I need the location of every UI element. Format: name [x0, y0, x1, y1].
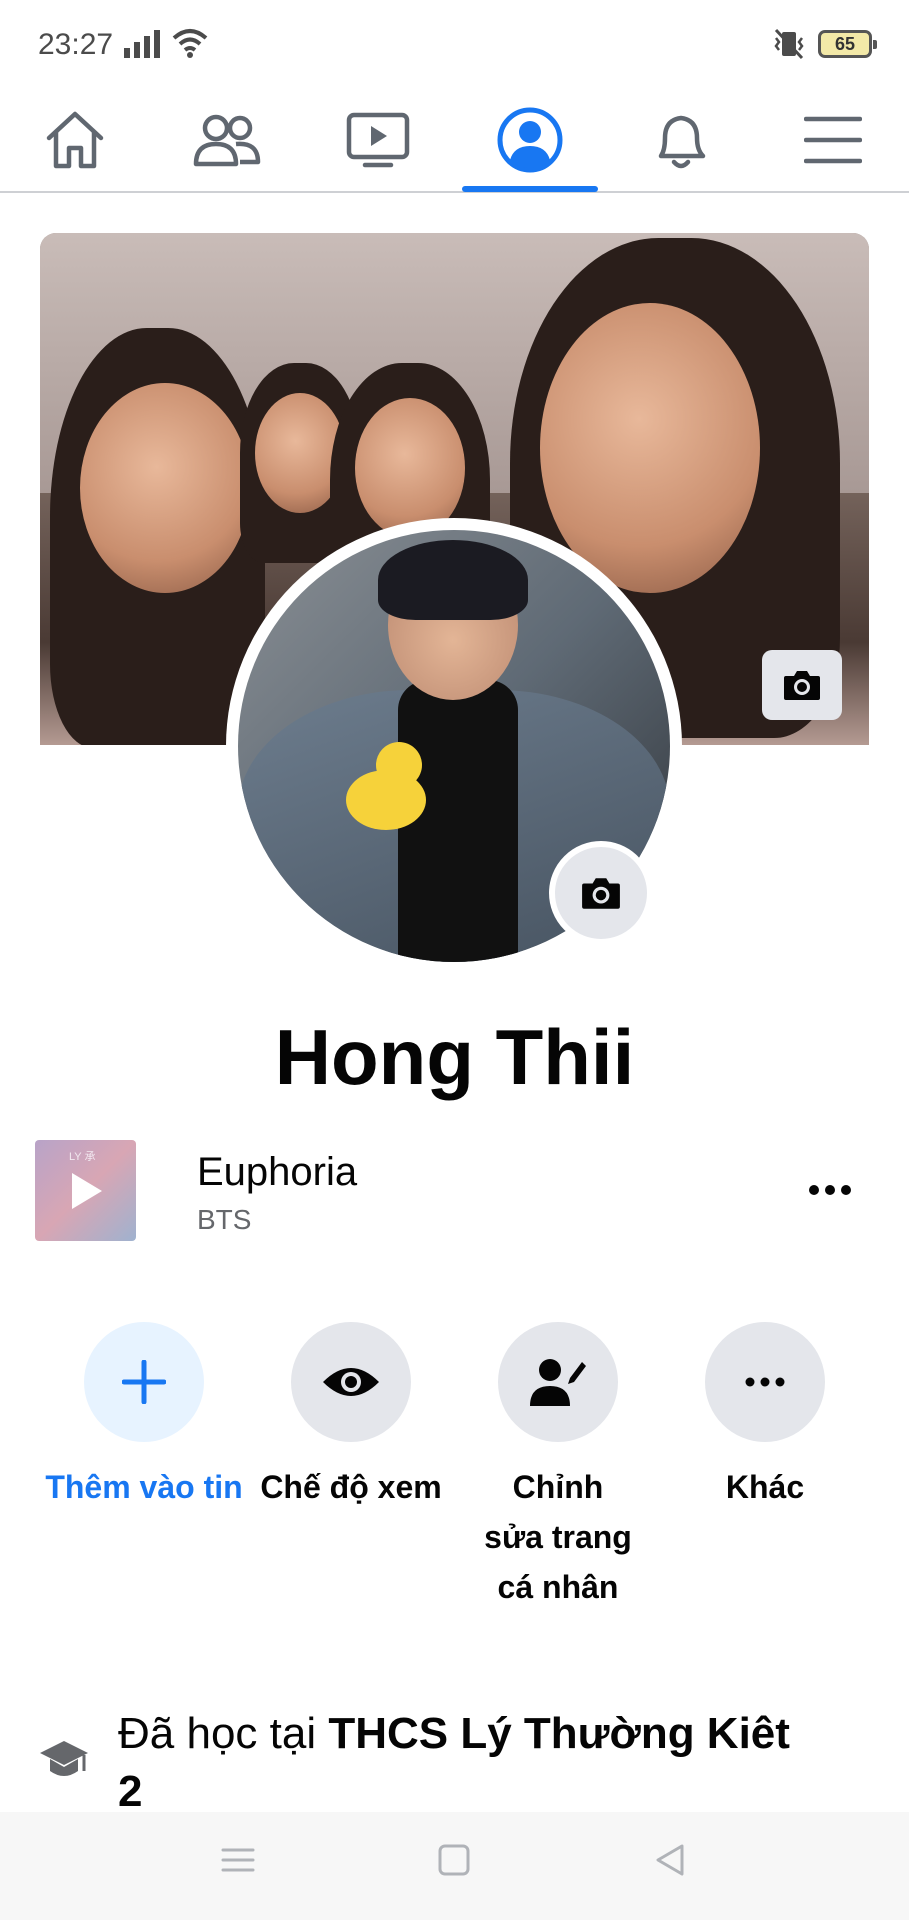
- song-title[interactable]: Euphoria: [197, 1150, 357, 1195]
- tab-notifications[interactable]: [606, 90, 756, 190]
- wifi-icon: [172, 29, 208, 58]
- avatar-shirt: [398, 680, 518, 962]
- battery-level: 65: [834, 34, 856, 54]
- cover-person-face: [80, 383, 250, 593]
- music-cover-art[interactable]: LY 承: [35, 1140, 136, 1241]
- view-as-circle[interactable]: [291, 1322, 411, 1442]
- play-icon: [71, 1172, 102, 1209]
- active-tab-indicator: [462, 186, 598, 192]
- status-bar: 23:27 65: [0, 0, 909, 90]
- top-nav: [0, 90, 909, 193]
- music-art-text: LY 承: [69, 1151, 96, 1163]
- edit-profile-button[interactable]: Chỉnh sửa trang cá nhân: [458, 1322, 658, 1612]
- more-label: Khác: [725, 1469, 805, 1505]
- camera-icon: [582, 878, 620, 909]
- signal-icon: [124, 30, 160, 58]
- profile-icon: [497, 107, 563, 173]
- more-horizontal-icon: [809, 1185, 851, 1195]
- education-prefix: Đã học tại: [118, 1709, 329, 1758]
- more-horizontal-icon: [745, 1377, 785, 1387]
- back-icon[interactable]: [652, 1842, 688, 1878]
- tab-watch[interactable]: [303, 90, 453, 190]
- menu-icon: [804, 116, 862, 164]
- tab-home[interactable]: [0, 90, 150, 190]
- edit-person-icon: [530, 1359, 586, 1406]
- profile-name: Hong Thii: [274, 1013, 635, 1101]
- avatar-hair: [378, 540, 528, 620]
- tab-profile[interactable]: [455, 90, 605, 190]
- vibrate-icon: [774, 28, 804, 60]
- friends-icon: [193, 114, 261, 167]
- cover-person-face: [540, 303, 760, 593]
- edit-profile-picture-button[interactable]: [549, 841, 653, 945]
- graduation-cap-icon: [40, 1741, 88, 1776]
- more-circle[interactable]: [705, 1322, 825, 1442]
- tab-friends[interactable]: [152, 90, 302, 190]
- camera-icon: [784, 671, 820, 700]
- cover-person-face: [355, 398, 465, 538]
- home-icon: [46, 111, 104, 169]
- song-artist: BTS: [197, 1204, 252, 1235]
- home-button-icon[interactable]: [436, 1842, 472, 1878]
- edit-profile-circle[interactable]: [498, 1322, 618, 1442]
- more-button[interactable]: Khác: [665, 1322, 865, 1512]
- eye-icon: [323, 1368, 379, 1396]
- add-to-story-label: Thêm vào tin: [45, 1469, 243, 1505]
- edit-cover-photo-button[interactable]: [762, 650, 842, 720]
- view-as-label: Chế độ xem: [260, 1469, 442, 1505]
- edit-profile-label: Chỉnh sửa trang cá nhân: [484, 1469, 632, 1605]
- view-as-button[interactable]: Chế độ xem: [251, 1322, 451, 1512]
- tab-menu[interactable]: [758, 90, 908, 190]
- battery-icon: 65: [818, 30, 877, 58]
- music-more-button[interactable]: [800, 1170, 860, 1210]
- watch-icon: [346, 112, 410, 168]
- add-to-story-button[interactable]: Thêm vào tin: [44, 1322, 244, 1512]
- duck-head: [376, 742, 422, 788]
- plus-icon: [122, 1360, 166, 1404]
- system-navigation-bar: [0, 1812, 909, 1920]
- notifications-icon: [658, 115, 706, 169]
- status-time: 23:27: [38, 28, 114, 61]
- add-to-story-circle[interactable]: [84, 1322, 204, 1442]
- recent-apps-icon[interactable]: [220, 1842, 256, 1878]
- education-info[interactable]: Đã học tại THCS Lý Thường Kiêt 2: [118, 1705, 818, 1821]
